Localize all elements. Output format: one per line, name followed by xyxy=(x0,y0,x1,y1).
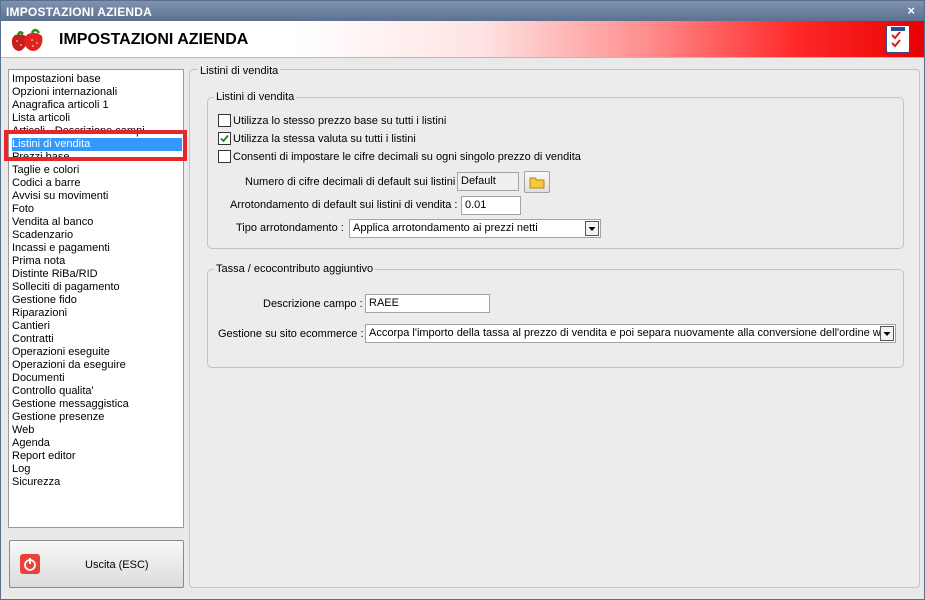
sidebar-item-foto[interactable]: Foto xyxy=(12,203,182,216)
decimals-label: Numero di cifre decimali di default sui … xyxy=(245,176,462,188)
sidebar-item-documenti[interactable]: Documenti xyxy=(12,372,182,385)
sidebar-item-codici-a-barre[interactable]: Codici a barre xyxy=(12,177,182,190)
field-description-input[interactable]: RAEE xyxy=(365,294,490,313)
decimals-field[interactable]: Default xyxy=(457,172,519,191)
sidebar-item-gestione-presenze[interactable]: Gestione presenze xyxy=(12,411,182,424)
sidebar-item-contratti[interactable]: Contratti xyxy=(12,333,182,346)
checklist-icon[interactable] xyxy=(886,25,910,53)
ecommerce-label: Gestione su sito ecommerce : xyxy=(218,328,364,340)
sidebar-item-web[interactable]: Web xyxy=(12,424,182,437)
window-title: IMPOSTAZIONI AZIENDA xyxy=(6,5,152,19)
folder-icon xyxy=(529,177,545,189)
ecommerce-select[interactable]: Accorpa l'importo della tassa al prezzo … xyxy=(365,324,896,343)
rounding-type-value: Applica arrotondamento ai prezzi netti xyxy=(353,222,538,234)
strawberry-icon xyxy=(11,28,43,51)
field-description-label: Descrizione campo : xyxy=(263,298,363,310)
title-bar: IMPOSTAZIONI AZIENDA × xyxy=(1,1,924,21)
sidebar-item-log[interactable]: Log xyxy=(12,463,182,476)
sidebar-item-incassi-e-pagamenti[interactable]: Incassi e pagamenti xyxy=(12,242,182,255)
chevron-down-icon[interactable] xyxy=(585,221,599,236)
group2-title: Tassa / ecocontributo aggiuntivo xyxy=(214,263,376,275)
sidebar-item-taglie-e-colori[interactable]: Taglie e colori xyxy=(12,164,182,177)
sidebar-item-report-editor[interactable]: Report editor xyxy=(12,450,182,463)
exit-button[interactable]: Uscita (ESC) xyxy=(9,540,184,588)
per-price-decimals-checkbox[interactable] xyxy=(218,150,231,163)
sidebar-item-descrizione-campi[interactable]: Articoli - Descrizione campi xyxy=(12,125,182,138)
panel-title: Listini di vendita xyxy=(198,65,281,77)
sidebar-item-solleciti[interactable]: Solleciti di pagamento xyxy=(12,281,182,294)
settings-window: IMPOSTAZIONI AZIENDA × IMPOSTAZIONI AZIE… xyxy=(0,0,925,600)
sidebar-item-vendita-al-banco[interactable]: Vendita al banco xyxy=(12,216,182,229)
sidebar-item-opzioni-internazionali[interactable]: Opzioni internazionali xyxy=(12,86,182,99)
group-listini-di-vendita: Listini di vendita Utilizza lo stesso pr… xyxy=(207,91,904,249)
sidebar-item-distinte-riba[interactable]: Distinte RiBa/RID xyxy=(12,268,182,281)
sidebar-item-riparazioni[interactable]: Riparazioni xyxy=(12,307,182,320)
sidebar-item-agenda[interactable]: Agenda xyxy=(12,437,182,450)
exit-button-label: Uscita (ESC) xyxy=(85,559,149,571)
banner-title: IMPOSTAZIONI AZIENDA xyxy=(59,31,249,48)
sidebar-item-controllo-qualita[interactable]: Controllo qualita' xyxy=(12,385,182,398)
sidebar-item-gestione-messaggistica[interactable]: Gestione messaggistica xyxy=(12,398,182,411)
sidebar-item-anagrafica-articoli[interactable]: Anagrafica articoli 1 xyxy=(12,99,182,112)
sidebar-item-prezzi-base[interactable]: Prezzi base xyxy=(12,151,182,164)
sidebar-item-listini-di-vendita[interactable]: Listini di vendita xyxy=(12,138,182,151)
checkmark-icon xyxy=(220,134,229,143)
same-currency-checkbox[interactable] xyxy=(218,132,231,145)
rounding-type-select[interactable]: Applica arrotondamento ai prezzi netti xyxy=(349,219,601,238)
sidebar-item-impostazioni-base[interactable]: Impostazioni base xyxy=(12,73,182,86)
sidebar-item-gestione-fido[interactable]: Gestione fido xyxy=(12,294,182,307)
same-base-price-label: Utilizza lo stesso prezzo base su tutti … xyxy=(233,115,447,127)
rounding-label: Arrotondamento di default sui listini di… xyxy=(230,199,458,211)
group1-title: Listini di vendita xyxy=(214,91,297,103)
per-price-decimals-label: Consenti di impostare le cifre decimali … xyxy=(233,151,581,163)
sidebar-item-prima-nota[interactable]: Prima nota xyxy=(12,255,182,268)
same-currency-label: Utilizza la stessa valuta su tutti i lis… xyxy=(233,133,416,145)
same-base-price-checkbox[interactable] xyxy=(218,114,231,127)
main-panel: Listini di vendita Listini di vendita Ut… xyxy=(189,65,920,588)
close-icon[interactable]: × xyxy=(907,3,915,18)
header-banner: IMPOSTAZIONI AZIENDA xyxy=(1,21,924,58)
folder-button[interactable] xyxy=(524,171,550,193)
sidebar-item-scadenzario[interactable]: Scadenzario xyxy=(12,229,182,242)
sidebar-item-avvisi-su-movimenti[interactable]: Avvisi su movimenti xyxy=(12,190,182,203)
power-icon xyxy=(20,554,40,574)
sidebar-item-lista-articoli[interactable]: Lista articoli xyxy=(12,112,182,125)
sidebar-item-operazioni-da-eseguire[interactable]: Operazioni da eseguire xyxy=(12,359,182,372)
sidebar-item-operazioni-eseguite[interactable]: Operazioni eseguite xyxy=(12,346,182,359)
sidebar-item-sicurezza[interactable]: Sicurezza xyxy=(12,476,182,489)
ecommerce-value: Accorpa l'importo della tassa al prezzo … xyxy=(369,327,893,339)
rounding-field[interactable]: 0.01 xyxy=(461,196,521,215)
sidebar-item-cantieri[interactable]: Cantieri xyxy=(12,320,182,333)
group-tassa-ecocontributo: Tassa / ecocontributo aggiuntivo Descriz… xyxy=(207,263,904,368)
settings-list: Impostazioni base Opzioni internazionali… xyxy=(8,69,184,528)
rounding-type-label: Tipo arrotondamento : xyxy=(236,222,344,234)
chevron-down-icon[interactable] xyxy=(880,326,894,341)
